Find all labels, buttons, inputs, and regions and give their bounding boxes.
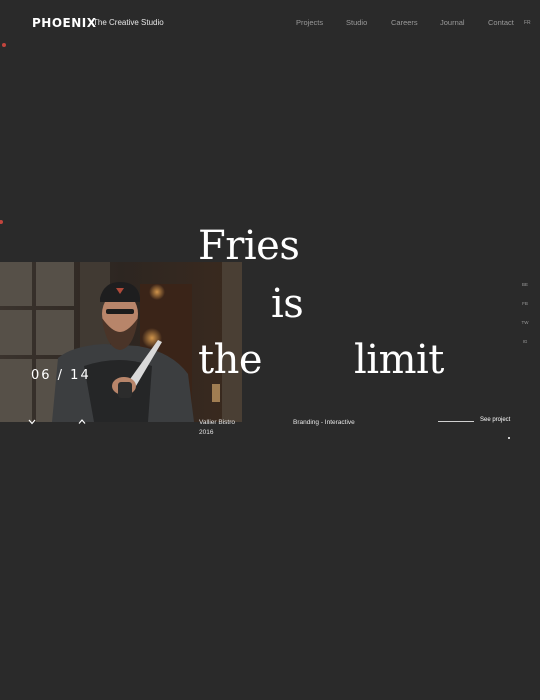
headline-word: Fries <box>198 223 300 269</box>
social-links: BE FB TW IG <box>520 282 530 358</box>
main-nav: Projects Studio Careers Journal Contact <box>0 18 540 30</box>
prev-slide-button[interactable] <box>77 417 87 427</box>
project-services: Branding - Interactive <box>293 419 355 426</box>
accent-dot <box>0 220 3 224</box>
chevron-down-icon <box>28 419 36 425</box>
see-project-link[interactable]: See project <box>480 417 510 423</box>
social-facebook[interactable]: FB <box>520 301 530 320</box>
indicator-dot <box>508 437 510 439</box>
headline-word: is <box>271 281 304 327</box>
cta-line <box>438 421 474 422</box>
social-instagram[interactable]: IG <box>520 339 530 358</box>
slide-counter: 06 / 14 <box>31 368 91 383</box>
language-switch[interactable]: FR <box>524 20 531 26</box>
headline-word: limit <box>354 337 444 383</box>
project-year: 2016 <box>199 429 214 436</box>
accent-dot <box>2 43 6 47</box>
nav-contact[interactable]: Contact <box>488 18 514 27</box>
nav-projects[interactable]: Projects <box>296 18 323 27</box>
page: PHOENIX The Creative Studio Projects Stu… <box>0 0 540 700</box>
nav-careers[interactable]: Careers <box>391 18 418 27</box>
nav-journal[interactable]: Journal <box>440 18 465 27</box>
headline-word: the <box>198 337 263 383</box>
chevron-up-icon <box>78 419 86 424</box>
social-behance[interactable]: BE <box>520 282 530 301</box>
next-slide-button[interactable] <box>27 417 37 427</box>
social-twitter[interactable]: TW <box>520 320 530 339</box>
nav-studio[interactable]: Studio <box>346 18 367 27</box>
